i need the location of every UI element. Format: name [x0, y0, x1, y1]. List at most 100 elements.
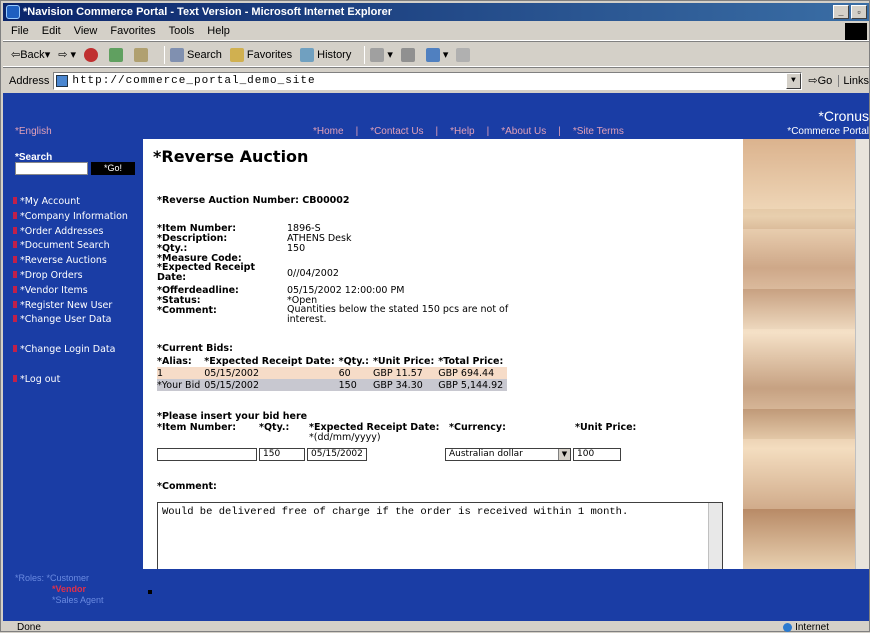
textarea-scrollbar[interactable]	[708, 503, 722, 569]
menu-edit[interactable]: Edit	[42, 25, 61, 37]
vertical-scrollbar[interactable]	[855, 139, 869, 569]
sidebar-item-label: *Vendor Items	[20, 284, 88, 296]
sidebar-item-reverse-auctions[interactable]: *Reverse Auctions	[13, 254, 128, 269]
bullet-icon	[13, 211, 17, 219]
role-sales-agent[interactable]: *Sales Agent	[52, 595, 104, 605]
search-button[interactable]: Search	[170, 47, 222, 62]
search-go-button[interactable]: *Go!	[91, 162, 135, 175]
back-button[interactable]: ⇦ Back ▾	[11, 48, 50, 62]
top-nav: *Home | *Contact Us | *Help | *About Us …	[313, 126, 636, 137]
sidebar-item-my-account[interactable]: *My Account	[13, 195, 128, 210]
home-button[interactable]	[134, 47, 151, 62]
address-dropdown-icon[interactable]: ▼	[786, 72, 802, 89]
bids-header: *Unit Price:	[372, 355, 435, 367]
minimize-button[interactable]: _	[833, 5, 849, 19]
bullet-icon	[13, 344, 17, 352]
sidebar-item-document-search[interactable]: *Document Search	[13, 239, 128, 254]
edit-button[interactable]: ▾	[425, 47, 448, 62]
go-button[interactable]: ⇨Go	[808, 74, 832, 87]
sidebar-item-label: *Document Search	[20, 240, 110, 252]
sidebar-item-label: *Company Information	[20, 210, 128, 222]
search-icon	[170, 47, 185, 62]
role-customer[interactable]: *Customer	[47, 573, 90, 583]
sidebar-item-change-login-data[interactable]: *Change Login Data	[13, 343, 128, 358]
chevron-down-icon: ▼	[558, 449, 570, 460]
bid-unit-price-input[interactable]: 100	[573, 448, 621, 461]
home-icon	[134, 47, 149, 62]
bid-currency-select[interactable]: Australian dollar ▼	[445, 448, 571, 461]
go-arrow-icon: ⇨	[808, 75, 818, 87]
forward-button[interactable]: ⇨ ▾	[58, 48, 76, 61]
page-viewport: *English *Home | *Contact Us | *Help | *…	[3, 93, 869, 621]
favorites-label: Favorites	[246, 48, 293, 61]
bid-cell: 60	[338, 367, 351, 379]
bid-cell: 05/15/2002	[204, 367, 260, 379]
links-button[interactable]: Links	[838, 74, 869, 87]
back-label: Back	[20, 48, 45, 61]
bid-qty-label: *Qty.:	[259, 422, 290, 433]
page-icon	[56, 74, 69, 87]
nav-about-us[interactable]: *About Us	[501, 126, 546, 137]
search-input[interactable]	[15, 162, 88, 175]
discuss-button[interactable]	[456, 47, 473, 62]
nav-site-terms[interactable]: *Site Terms	[573, 126, 624, 137]
bid-date-input[interactable]: 05/15/2002	[307, 448, 367, 461]
menu-tools[interactable]: Tools	[169, 25, 195, 37]
menu-view[interactable]: View	[74, 25, 98, 37]
internet-explorer-icon	[6, 5, 20, 19]
bid-currency-label: *Currency:	[449, 422, 506, 433]
print-button[interactable]	[400, 47, 418, 62]
address-url: http://commerce_portal_demo_site	[72, 74, 316, 87]
role-vendor[interactable]: *Vendor	[52, 584, 86, 594]
brand-line1: *Cronus	[818, 108, 869, 124]
bids-header: *Total Price:	[438, 355, 504, 367]
refresh-icon	[109, 47, 124, 62]
sidebar-item-log-out[interactable]: *Log out	[13, 373, 128, 388]
address-input[interactable]: http://commerce_portal_demo_site ▼	[53, 71, 803, 90]
sidebar-item-label: *Reverse Auctions	[20, 255, 107, 267]
stop-button[interactable]	[84, 47, 101, 62]
sidebar-item-label: *Log out	[20, 373, 61, 385]
sidebar-item-register-new-user[interactable]: *Register New User	[13, 299, 128, 314]
maximize-button[interactable]: ▫	[851, 5, 867, 19]
history-button[interactable]: History	[300, 47, 351, 62]
comment-textarea[interactable]: Would be delivered free of charge if the…	[157, 502, 723, 569]
sidebar-item-company-information[interactable]: *Company Information	[13, 210, 128, 225]
bullet-icon	[13, 226, 17, 234]
address-bar: Address http://commerce_portal_demo_site…	[3, 70, 869, 91]
favorites-button[interactable]: Favorites	[229, 47, 293, 62]
sidebar-item-label: *Drop Orders	[20, 269, 83, 281]
nav-help[interactable]: *Help	[450, 126, 474, 137]
status-text: Done	[17, 622, 41, 633]
menu-help[interactable]: Help	[207, 25, 230, 37]
globe-icon	[783, 623, 793, 632]
currency-selected: Australian dollar	[449, 449, 523, 459]
bullet-icon	[13, 241, 17, 249]
language-link[interactable]: *English	[15, 126, 52, 137]
bids-header-row: *Alias: *Expected Receipt Date: *Qty.: *…	[157, 355, 507, 367]
table-row: 1 05/15/2002 60 GBP 11.57 GBP 694.44	[157, 367, 508, 379]
field-value: Quantities below the stated 150 pcs are …	[287, 304, 509, 325]
refresh-button[interactable]	[109, 47, 126, 62]
field-label: *Comment:	[157, 305, 217, 316]
menu-file[interactable]: File	[11, 25, 29, 37]
portal-header: *English *Home | *Contact Us | *Help | *…	[3, 93, 869, 139]
toolbar: ⇦ Back ▾ ⇨ ▾ Search Favorites History ▾ …	[3, 43, 869, 67]
menu-favorites[interactable]: Favorites	[110, 25, 155, 37]
bid-qty-input[interactable]: 150	[259, 448, 305, 461]
auction-number: *Reverse Auction Number: CB00002	[157, 195, 350, 206]
sidebar-item-change-user-data[interactable]: *Change User Data	[13, 313, 128, 328]
bullet-icon	[13, 197, 17, 204]
sidebar-item-drop-orders[interactable]: *Drop Orders	[13, 269, 128, 284]
sidebar-item-vendor-items[interactable]: *Vendor Items	[13, 284, 128, 299]
bid-item-number-input[interactable]	[157, 448, 257, 461]
nav-home[interactable]: *Home	[313, 126, 344, 137]
nav-contact-us[interactable]: *Contact Us	[370, 126, 423, 137]
forward-arrow-icon: ⇨ ▾	[58, 49, 77, 61]
mail-button[interactable]: ▾	[370, 47, 393, 62]
decorative-photo-strip	[743, 139, 869, 569]
bullet-icon	[13, 374, 17, 382]
sidebar-menu: *My Account *Company Information *Order …	[13, 195, 128, 387]
sidebar-item-order-addresses[interactable]: *Order Addresses	[13, 225, 128, 240]
go-label: Go	[817, 75, 833, 87]
